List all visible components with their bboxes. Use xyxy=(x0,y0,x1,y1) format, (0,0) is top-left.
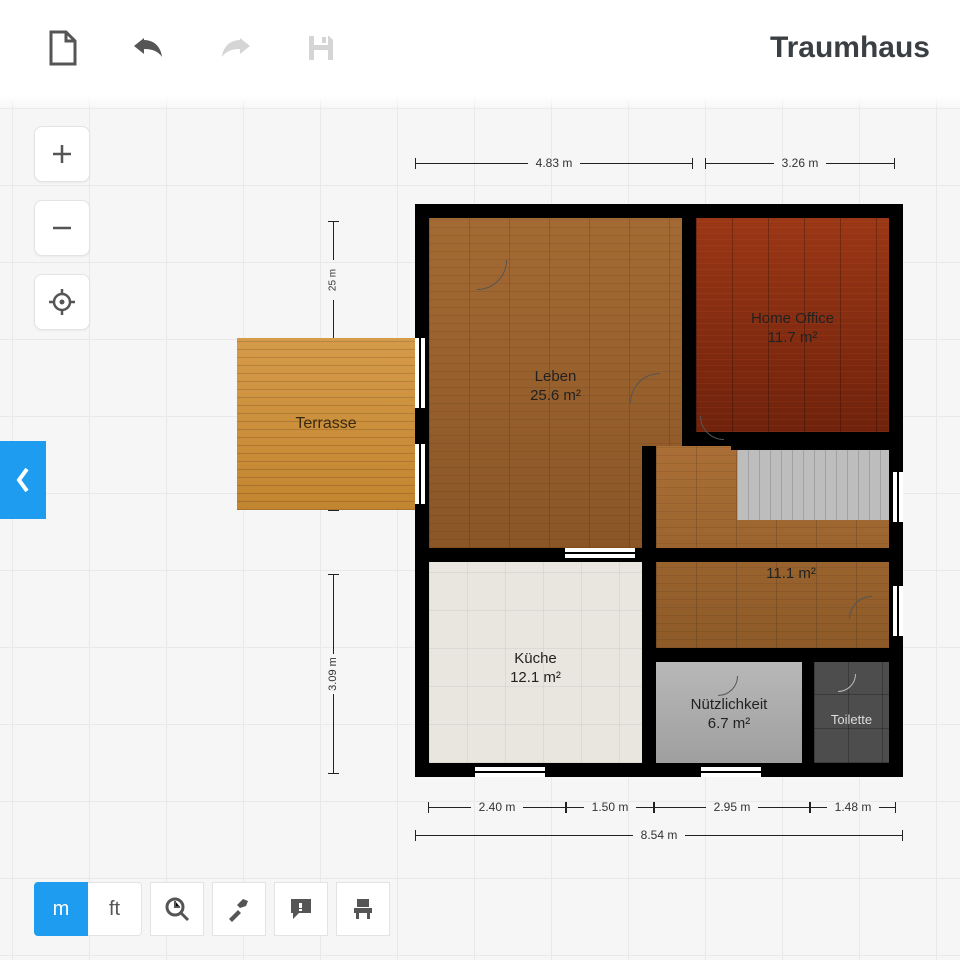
crosshair-icon xyxy=(49,289,75,315)
floor-plan[interactable]: Leben25.6 m² Home Office11.7 m² Flur11.1… xyxy=(415,204,903,777)
stairs xyxy=(737,446,889,520)
unit-metric-button[interactable]: m xyxy=(34,882,88,936)
dimension-top-left: 4.83 m xyxy=(415,156,693,170)
interior-wall xyxy=(642,548,903,562)
measure-icon xyxy=(163,895,191,923)
room-utility-label: Nützlichkeit6.7 m² xyxy=(656,696,802,734)
save-icon xyxy=(305,32,337,64)
zoom-controls xyxy=(34,126,90,330)
center-view-button[interactable] xyxy=(34,274,90,330)
window xyxy=(701,767,761,777)
bottom-toolbar: m ft xyxy=(34,882,390,936)
project-title[interactable]: Traumhaus xyxy=(770,31,930,65)
zoom-out-button[interactable] xyxy=(34,200,90,256)
room-terrace[interactable]: Terrasse xyxy=(237,338,415,510)
top-toolbar: Traumhaus xyxy=(0,0,960,96)
measure-tool-button[interactable] xyxy=(150,882,204,936)
window xyxy=(415,444,425,504)
furnish-tool-button[interactable] xyxy=(336,882,390,936)
expand-side-panel-button[interactable] xyxy=(0,441,46,519)
hammer-icon xyxy=(226,896,252,922)
room-office-label: Home Office11.7 m² xyxy=(696,310,889,348)
door-arc xyxy=(698,656,738,696)
chevron-left-icon xyxy=(13,465,33,495)
dimension-left-lower: 3.09 m xyxy=(326,574,340,774)
interior-wall xyxy=(731,440,891,450)
room-kitchen[interactable]: Küche12.1 m² xyxy=(429,562,642,763)
interior-wall xyxy=(802,648,814,777)
canvas-fade xyxy=(0,96,960,110)
window xyxy=(475,767,545,777)
build-tool-button[interactable] xyxy=(212,882,266,936)
dimension-bottom-b: 1.50 m xyxy=(566,800,654,814)
zoom-in-button[interactable] xyxy=(34,126,90,182)
undo-button[interactable] xyxy=(126,25,172,71)
redo-icon xyxy=(218,34,252,62)
door-arc xyxy=(447,230,507,290)
dimension-left-upper: 25 m xyxy=(326,221,340,339)
interior-wall xyxy=(642,648,903,662)
unit-imperial-button[interactable]: ft xyxy=(88,882,142,936)
chair-icon xyxy=(350,896,376,922)
room-utility[interactable]: Nützlichkeit6.7 m² xyxy=(656,662,802,763)
dimension-bottom-c: 2.95 m xyxy=(654,800,810,814)
note-tool-button[interactable] xyxy=(274,882,328,936)
window xyxy=(893,586,903,636)
plus-icon xyxy=(51,143,73,165)
window xyxy=(893,472,903,522)
interior-wall xyxy=(642,548,656,777)
room-kitchen-label: Küche12.1 m² xyxy=(429,650,642,688)
interior-wall xyxy=(682,204,696,446)
comment-icon xyxy=(288,896,314,922)
dimension-bottom-total: 8.54 m xyxy=(415,828,903,842)
save-button[interactable] xyxy=(298,25,344,71)
room-toilet[interactable]: Toilette xyxy=(814,662,889,763)
canvas[interactable]: 4.83 m 3.26 m 25 m 1.40 m 3.09 m 2.40 m … xyxy=(0,96,960,960)
dimension-top-right: 3.26 m xyxy=(705,156,895,170)
room-terrace-label: Terrasse xyxy=(237,338,415,510)
new-file-button[interactable] xyxy=(40,25,86,71)
unit-toggle: m ft xyxy=(34,882,142,936)
room-office[interactable]: Home Office11.7 m² xyxy=(696,218,889,432)
interior-wall xyxy=(642,446,656,560)
room-toilet-label: Toilette xyxy=(814,712,889,728)
undo-icon xyxy=(132,34,166,62)
new-file-icon xyxy=(48,30,78,66)
window xyxy=(415,338,425,408)
window xyxy=(565,548,635,558)
dimension-bottom-a: 2.40 m xyxy=(428,800,566,814)
redo-button[interactable] xyxy=(212,25,258,71)
dimension-bottom-d: 1.48 m xyxy=(810,800,896,814)
minus-icon xyxy=(51,217,73,239)
